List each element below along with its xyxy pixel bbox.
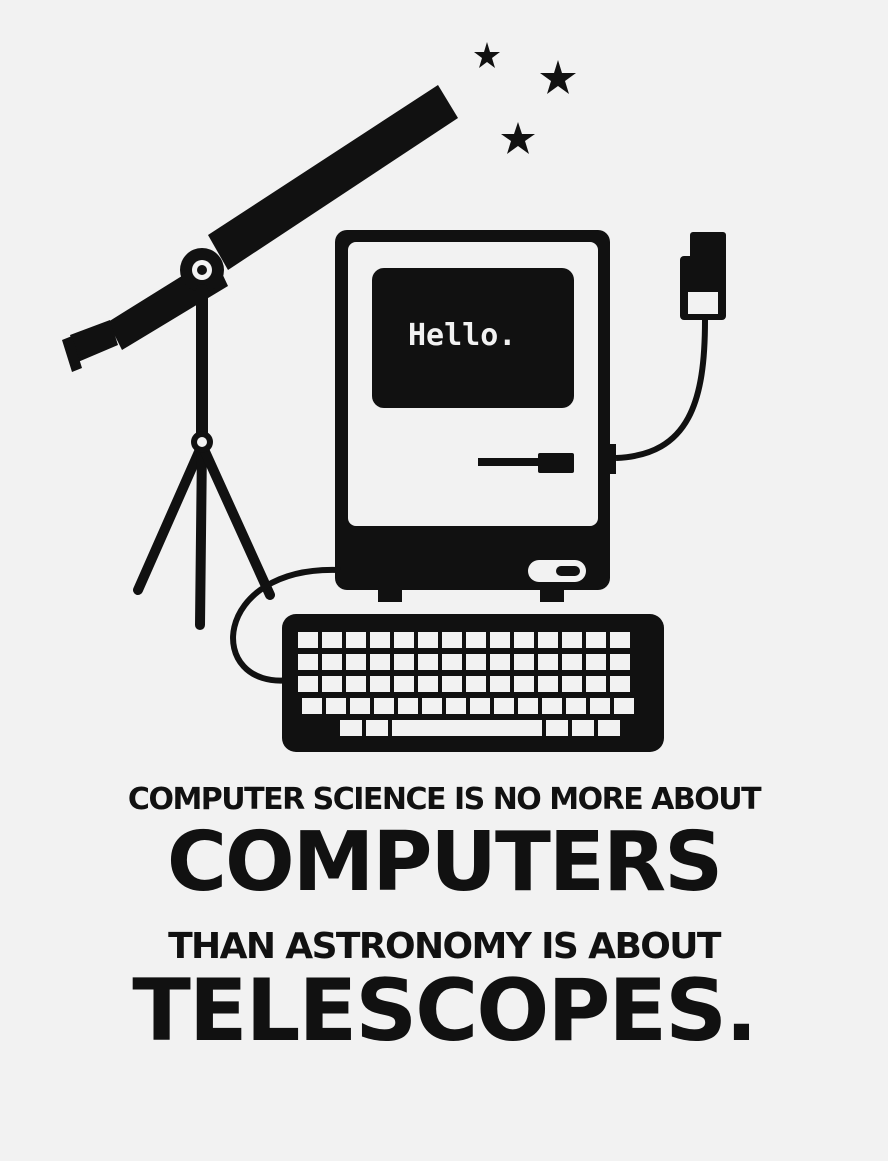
keyboard-key xyxy=(442,676,462,692)
keyboard-key xyxy=(494,698,514,714)
keyboard-key xyxy=(610,676,630,692)
keyboard-key xyxy=(562,632,582,648)
keyboard-key xyxy=(538,632,558,648)
keyboard-key xyxy=(538,654,558,670)
keyboard-key xyxy=(322,676,342,692)
star-icon xyxy=(501,122,535,154)
keyboard-key xyxy=(374,698,394,714)
stars xyxy=(474,42,576,154)
star-icon xyxy=(474,42,500,68)
keyboard-key xyxy=(346,654,366,670)
quote-line-4: TELESCOPES. xyxy=(132,961,758,1061)
keyboard-key xyxy=(418,654,438,670)
keyboard-key xyxy=(566,698,586,714)
keyboard-key xyxy=(394,654,414,670)
screen-text: Hello. xyxy=(408,318,516,353)
keyboard-key xyxy=(446,698,466,714)
keyboard-key xyxy=(322,654,342,670)
keyboard-key xyxy=(298,654,318,670)
keyboard-key xyxy=(370,676,390,692)
keyboard-key xyxy=(302,698,322,714)
keyboard-key xyxy=(298,676,318,692)
keyboard-key xyxy=(514,632,534,648)
keyboard-key xyxy=(610,632,630,648)
keyboard-key xyxy=(418,632,438,648)
quote-line-2: COMPUTERS xyxy=(166,815,723,910)
keyboard-key xyxy=(586,632,606,648)
keyboard-key xyxy=(518,698,538,714)
keyboard-key xyxy=(418,676,438,692)
keyboard-key xyxy=(322,632,342,648)
keyboard-key xyxy=(546,720,568,736)
keyboard-key xyxy=(614,698,634,714)
keyboard-spacebar xyxy=(392,720,542,736)
keyboard-key xyxy=(562,676,582,692)
keyboard-key xyxy=(340,720,362,736)
keyboard-key xyxy=(490,676,510,692)
keyboard-key xyxy=(514,654,534,670)
keyboard-key xyxy=(586,654,606,670)
star-icon xyxy=(540,60,576,94)
keyboard-key xyxy=(470,698,490,714)
keyboard-key xyxy=(370,632,390,648)
computer-icon: Hello. xyxy=(335,230,616,602)
keyboard-key xyxy=(398,698,418,714)
keyboard-key xyxy=(466,632,486,648)
keyboard-key xyxy=(562,654,582,670)
keyboard-key xyxy=(542,698,562,714)
keyboard-key xyxy=(466,654,486,670)
keyboard-key xyxy=(586,676,606,692)
keyboard-key xyxy=(490,654,510,670)
keyboard-key xyxy=(610,654,630,670)
keyboard-key xyxy=(442,632,462,648)
keyboard-key xyxy=(326,698,346,714)
keyboard-key xyxy=(466,676,486,692)
keyboard-key xyxy=(394,676,414,692)
keyboard-key xyxy=(514,676,534,692)
keyboard-key xyxy=(394,632,414,648)
keyboard-key xyxy=(490,632,510,648)
keyboard-key xyxy=(346,676,366,692)
tripod-icon xyxy=(133,284,275,630)
quote-line-1: COMPUTER SCIENCE IS NO MORE ABOUT xyxy=(127,782,762,817)
keyboard-key xyxy=(572,720,594,736)
keyboard-key xyxy=(598,720,620,736)
keyboard-key xyxy=(590,698,610,714)
keyboard-key xyxy=(346,632,366,648)
keyboard-key xyxy=(298,632,318,648)
keyboard-icon xyxy=(282,614,664,752)
keyboard-key xyxy=(370,654,390,670)
keyboard-key xyxy=(538,676,558,692)
keyboard-key xyxy=(422,698,442,714)
keyboard-key xyxy=(366,720,388,736)
keyboard-key xyxy=(442,654,462,670)
keyboard-key xyxy=(350,698,370,714)
